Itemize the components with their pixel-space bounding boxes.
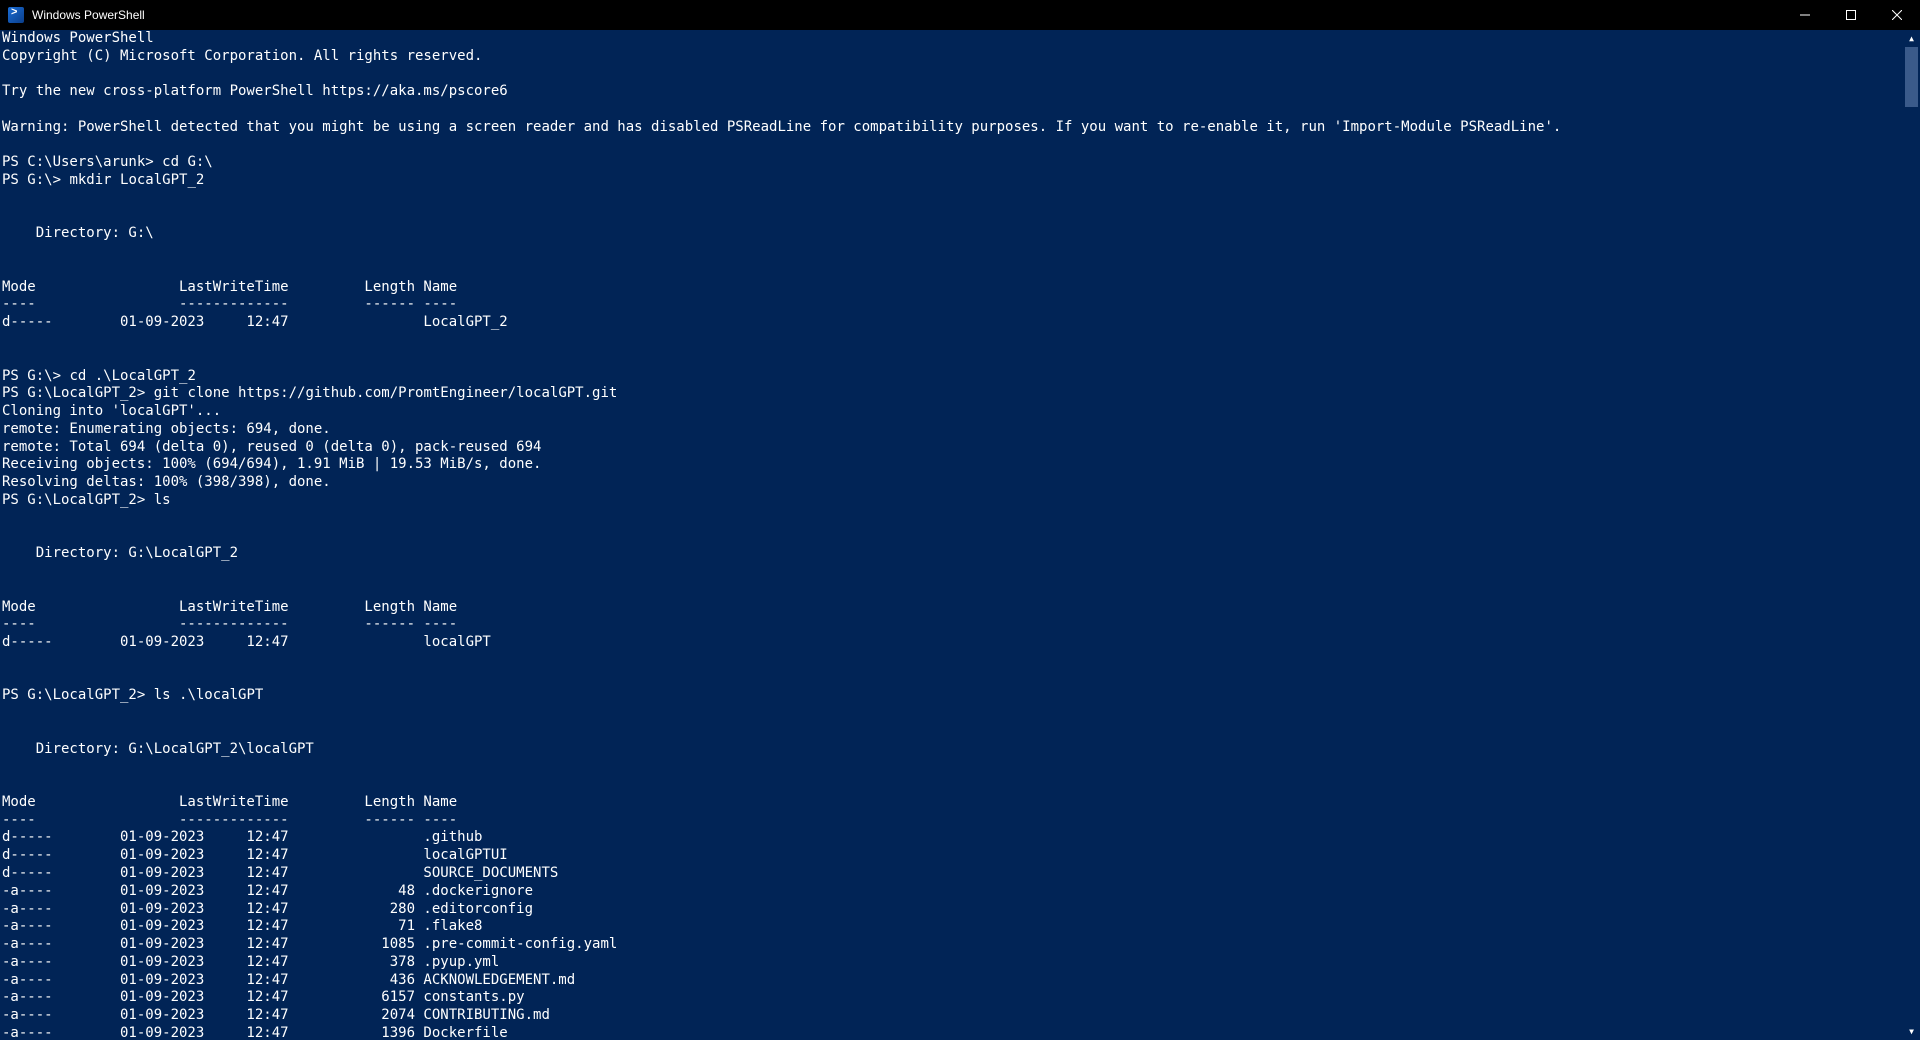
- prompt: PS G:\>: [2, 368, 61, 384]
- minimize-button[interactable]: [1782, 0, 1828, 30]
- table-header-sep: ---- ------------- ------ ----: [2, 812, 457, 828]
- table-header: Mode LastWriteTime Length Name: [2, 279, 457, 295]
- banner-line: Copyright (C) Microsoft Corporation. All…: [2, 48, 482, 64]
- vertical-scrollbar[interactable]: ▲ ▼: [1903, 30, 1920, 1040]
- table-row: -a---- 01-09-2023 12:47 1396 Dockerfile: [2, 1025, 508, 1040]
- maximize-button[interactable]: [1828, 0, 1874, 30]
- table-row: d----- 01-09-2023 12:47 LocalGPT_2: [2, 314, 508, 330]
- command: ls .\localGPT: [154, 687, 264, 703]
- table-header-sep: ---- ------------- ------ ----: [2, 296, 457, 312]
- table-header: Mode LastWriteTime Length Name: [2, 599, 457, 615]
- table-row: -a---- 01-09-2023 12:47 1085 .pre-commit…: [2, 936, 617, 952]
- prompt: PS C:\Users\arunk>: [2, 154, 154, 170]
- banner-line: Windows PowerShell: [2, 30, 154, 46]
- prompt: PS G:\LocalGPT_2>: [2, 385, 145, 401]
- table-row: -a---- 01-09-2023 12:47 378 .pyup.yml: [2, 954, 499, 970]
- directory-header: Directory: G:\LocalGPT_2\localGPT: [2, 741, 314, 757]
- window-controls: [1782, 0, 1920, 30]
- table-row: d----- 01-09-2023 12:47 .github: [2, 829, 482, 845]
- scroll-up-arrow-icon[interactable]: ▲: [1903, 30, 1920, 47]
- banner-line: Warning: PowerShell detected that you mi…: [2, 119, 1561, 135]
- table-row: -a---- 01-09-2023 12:47 6157 constants.p…: [2, 989, 525, 1005]
- window-titlebar: Windows PowerShell: [0, 0, 1920, 30]
- git-output: Resolving deltas: 100% (398/398), done.: [2, 474, 331, 490]
- command: cd .\LocalGPT_2: [69, 368, 195, 384]
- table-row: d----- 01-09-2023 12:47 localGPT: [2, 634, 491, 650]
- git-output: Receiving objects: 100% (694/694), 1.91 …: [2, 456, 541, 472]
- table-row: -a---- 01-09-2023 12:47 2074 CONTRIBUTIN…: [2, 1007, 550, 1023]
- table-row: -a---- 01-09-2023 12:47 71 .flake8: [2, 918, 482, 934]
- close-button[interactable]: [1874, 0, 1920, 30]
- table-row: -a---- 01-09-2023 12:47 48 .dockerignore: [2, 883, 533, 899]
- prompt: PS G:\LocalGPT_2>: [2, 492, 145, 508]
- scrollbar-thumb[interactable]: [1905, 47, 1918, 107]
- command: cd G:\: [162, 154, 213, 170]
- directory-header: Directory: G:\: [2, 225, 154, 241]
- window-title: Windows PowerShell: [32, 8, 145, 22]
- prompt: PS G:\LocalGPT_2>: [2, 687, 145, 703]
- table-row: d----- 01-09-2023 12:47 localGPTUI: [2, 847, 508, 863]
- command: git clone https://github.com/PromtEngine…: [154, 385, 618, 401]
- scroll-down-arrow-icon[interactable]: ▼: [1903, 1023, 1920, 1040]
- prompt: PS G:\>: [2, 172, 61, 188]
- git-output: remote: Total 694 (delta 0), reused 0 (d…: [2, 439, 541, 455]
- table-row: -a---- 01-09-2023 12:47 436 ACKNOWLEDGEM…: [2, 972, 575, 988]
- command: ls: [154, 492, 171, 508]
- powershell-icon: [8, 7, 24, 23]
- scrollbar-track[interactable]: [1903, 47, 1920, 1023]
- banner-line: Try the new cross-platform PowerShell ht…: [2, 83, 508, 99]
- table-row: -a---- 01-09-2023 12:47 280 .editorconfi…: [2, 901, 533, 917]
- table-header: Mode LastWriteTime Length Name: [2, 794, 457, 810]
- terminal-output[interactable]: Windows PowerShell Copyright (C) Microso…: [0, 30, 1920, 1040]
- command: mkdir LocalGPT_2: [69, 172, 204, 188]
- table-row: d----- 01-09-2023 12:47 SOURCE_DOCUMENTS: [2, 865, 558, 881]
- table-header-sep: ---- ------------- ------ ----: [2, 616, 457, 632]
- directory-header: Directory: G:\LocalGPT_2: [2, 545, 238, 561]
- git-output: remote: Enumerating objects: 694, done.: [2, 421, 331, 437]
- git-output: Cloning into 'localGPT'...: [2, 403, 221, 419]
